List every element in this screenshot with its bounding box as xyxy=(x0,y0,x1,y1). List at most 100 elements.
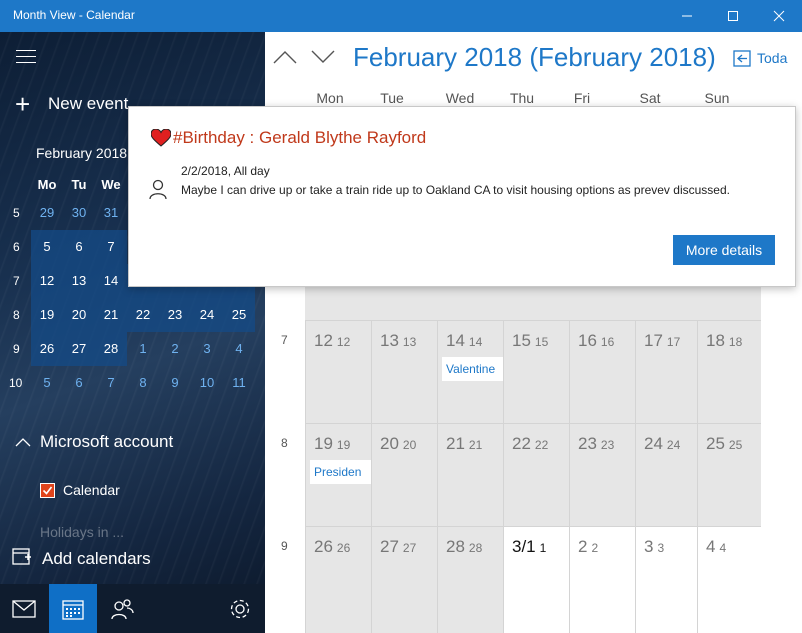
month-title[interactable]: February 2018 (February 2018) xyxy=(353,42,716,73)
day-cell[interactable]: 26 26 xyxy=(305,527,371,633)
day-cell[interactable]: 27 27 xyxy=(371,527,437,633)
mini-day[interactable]: 28 xyxy=(95,332,127,366)
mini-day[interactable]: 6 xyxy=(63,230,95,264)
day-cell[interactable]: 19 19 Presiden xyxy=(305,424,372,526)
mini-day[interactable]: 9 xyxy=(159,366,191,400)
mini-day[interactable]: 26 xyxy=(31,332,63,366)
event-when: 2/2/2018, All day xyxy=(181,164,270,178)
mini-day[interactable]: 22 xyxy=(127,298,159,332)
add-calendars-button[interactable]: Add calendars xyxy=(12,546,151,571)
day-header: Sat xyxy=(639,90,661,106)
event-title[interactable]: #Birthday : Gerald Blythe Rayford xyxy=(173,128,426,148)
mini-day[interactable]: 7 xyxy=(95,230,127,264)
day-header: Tue xyxy=(380,90,404,106)
day-cell[interactable]: 22 xyxy=(569,527,635,633)
mini-day[interactable]: 14 xyxy=(95,264,127,298)
mini-day[interactable]: 10 xyxy=(191,366,223,400)
day-number: 12 12 xyxy=(314,331,351,350)
day-cell[interactable]: 21 21 xyxy=(437,424,503,526)
mini-day[interactable]: 25 xyxy=(223,298,255,332)
day-number: 26 26 xyxy=(314,537,351,556)
mini-day[interactable]: 13 xyxy=(63,264,95,298)
day-cell[interactable]: 44 xyxy=(697,527,761,633)
mini-day[interactable]: 27 xyxy=(63,332,95,366)
chevron-down-icon xyxy=(311,50,335,63)
week-number: 8 xyxy=(281,436,288,450)
mini-day[interactable]: 4 xyxy=(223,332,255,366)
mini-day[interactable]: 20 xyxy=(63,298,95,332)
hamburger-icon[interactable] xyxy=(16,50,36,64)
day-number: 19 19 xyxy=(314,434,351,453)
maximize-button[interactable] xyxy=(710,0,756,32)
window-title: Month View - Calendar xyxy=(13,8,135,22)
mini-day[interactable]: 5 xyxy=(31,230,63,264)
day-cell[interactable]: 16 16 xyxy=(569,321,635,423)
mini-day[interactable]: 8 xyxy=(127,366,159,400)
mini-day[interactable]: 11 xyxy=(223,366,255,400)
calendar-label: Calendar xyxy=(63,482,120,498)
calendar-checkbox-row[interactable]: Calendar xyxy=(40,482,120,498)
day-cell[interactable]: 15 15 xyxy=(503,321,569,423)
close-button[interactable] xyxy=(756,0,802,32)
chevron-up-icon xyxy=(15,432,40,452)
calendar-button[interactable] xyxy=(49,584,97,633)
minimize-button[interactable] xyxy=(664,0,710,32)
mini-day[interactable]: 19 xyxy=(31,298,63,332)
mini-day[interactable]: 29 xyxy=(31,196,63,230)
mini-day[interactable]: 3 xyxy=(191,332,223,366)
mini-day[interactable]: 2 xyxy=(159,332,191,366)
day-number: 22 xyxy=(578,537,599,556)
week-row: 7 12 12 13 13 14 14 Valentine 15 15 16 16 17 1… xyxy=(281,320,761,423)
mini-day[interactable]: 30 xyxy=(63,196,95,230)
checkbox-icon[interactable] xyxy=(40,482,55,498)
mini-week-number: 6 xyxy=(13,240,20,254)
day-cell[interactable]: 25 25 xyxy=(697,424,761,526)
day-header: Thu xyxy=(509,90,535,106)
close-icon xyxy=(773,10,785,22)
day-number: 15 15 xyxy=(512,331,549,350)
today-label: Toda xyxy=(757,50,788,66)
event-valentine[interactable]: Valentine xyxy=(442,357,504,381)
settings-button[interactable] xyxy=(216,584,264,633)
day-cell[interactable]: 22 22 xyxy=(503,424,569,526)
day-cell[interactable]: 24 24 xyxy=(635,424,697,526)
day-cell[interactable]: 20 20 xyxy=(371,424,437,526)
mini-day-header: We xyxy=(101,176,121,192)
mini-day[interactable]: 23 xyxy=(159,298,191,332)
new-event-button[interactable]: + New event xyxy=(15,90,128,118)
day-cell[interactable]: 23 23 xyxy=(569,424,635,526)
day-cell[interactable]: 12 12 xyxy=(305,321,371,423)
people-button[interactable] xyxy=(98,584,146,633)
day-cell[interactable]: 28 28 xyxy=(437,527,503,633)
account-toggle[interactable]: Microsoft account xyxy=(15,432,173,452)
day-cell[interactable]: 18 18 xyxy=(697,321,761,423)
people-icon xyxy=(111,598,134,619)
mini-day[interactable]: 5 xyxy=(31,366,63,400)
mini-calendar-month[interactable]: February 2018 xyxy=(36,145,127,161)
event-presidents-day[interactable]: Presiden xyxy=(310,460,372,484)
today-button[interactable]: Toda xyxy=(733,49,787,67)
day-cell[interactable]: 3/1 1 xyxy=(503,527,569,633)
mini-day[interactable]: 31 xyxy=(95,196,127,230)
day-number: 13 13 xyxy=(380,331,417,350)
mini-day[interactable]: 1 xyxy=(127,332,159,366)
next-month-button[interactable] xyxy=(311,50,349,72)
mail-button[interactable] xyxy=(0,584,48,633)
mini-day[interactable]: 7 xyxy=(95,366,127,400)
previous-month-button[interactable] xyxy=(273,50,311,72)
week-number: 9 xyxy=(281,539,288,553)
mini-day[interactable]: 12 xyxy=(31,264,63,298)
holidays-label[interactable]: Holidays in ... xyxy=(40,524,124,540)
day-header: Mon xyxy=(316,90,344,106)
more-details-button[interactable]: More details xyxy=(673,235,775,265)
day-cell[interactable]: 13 13 xyxy=(371,321,437,423)
day-number: 3/1 1 xyxy=(512,537,547,556)
day-cell[interactable]: 17 17 xyxy=(635,321,697,423)
day-cell[interactable]: 33 xyxy=(635,527,697,633)
mini-day[interactable]: 6 xyxy=(63,366,95,400)
mini-day[interactable]: 21 xyxy=(95,298,127,332)
day-number: 33 xyxy=(644,537,665,556)
week-row: 9 26 26 27 27 28 28 3/1 1 22 33 44 xyxy=(281,526,761,633)
day-cell[interactable]: 14 14 Valentine xyxy=(437,321,504,423)
mini-day[interactable]: 24 xyxy=(191,298,223,332)
